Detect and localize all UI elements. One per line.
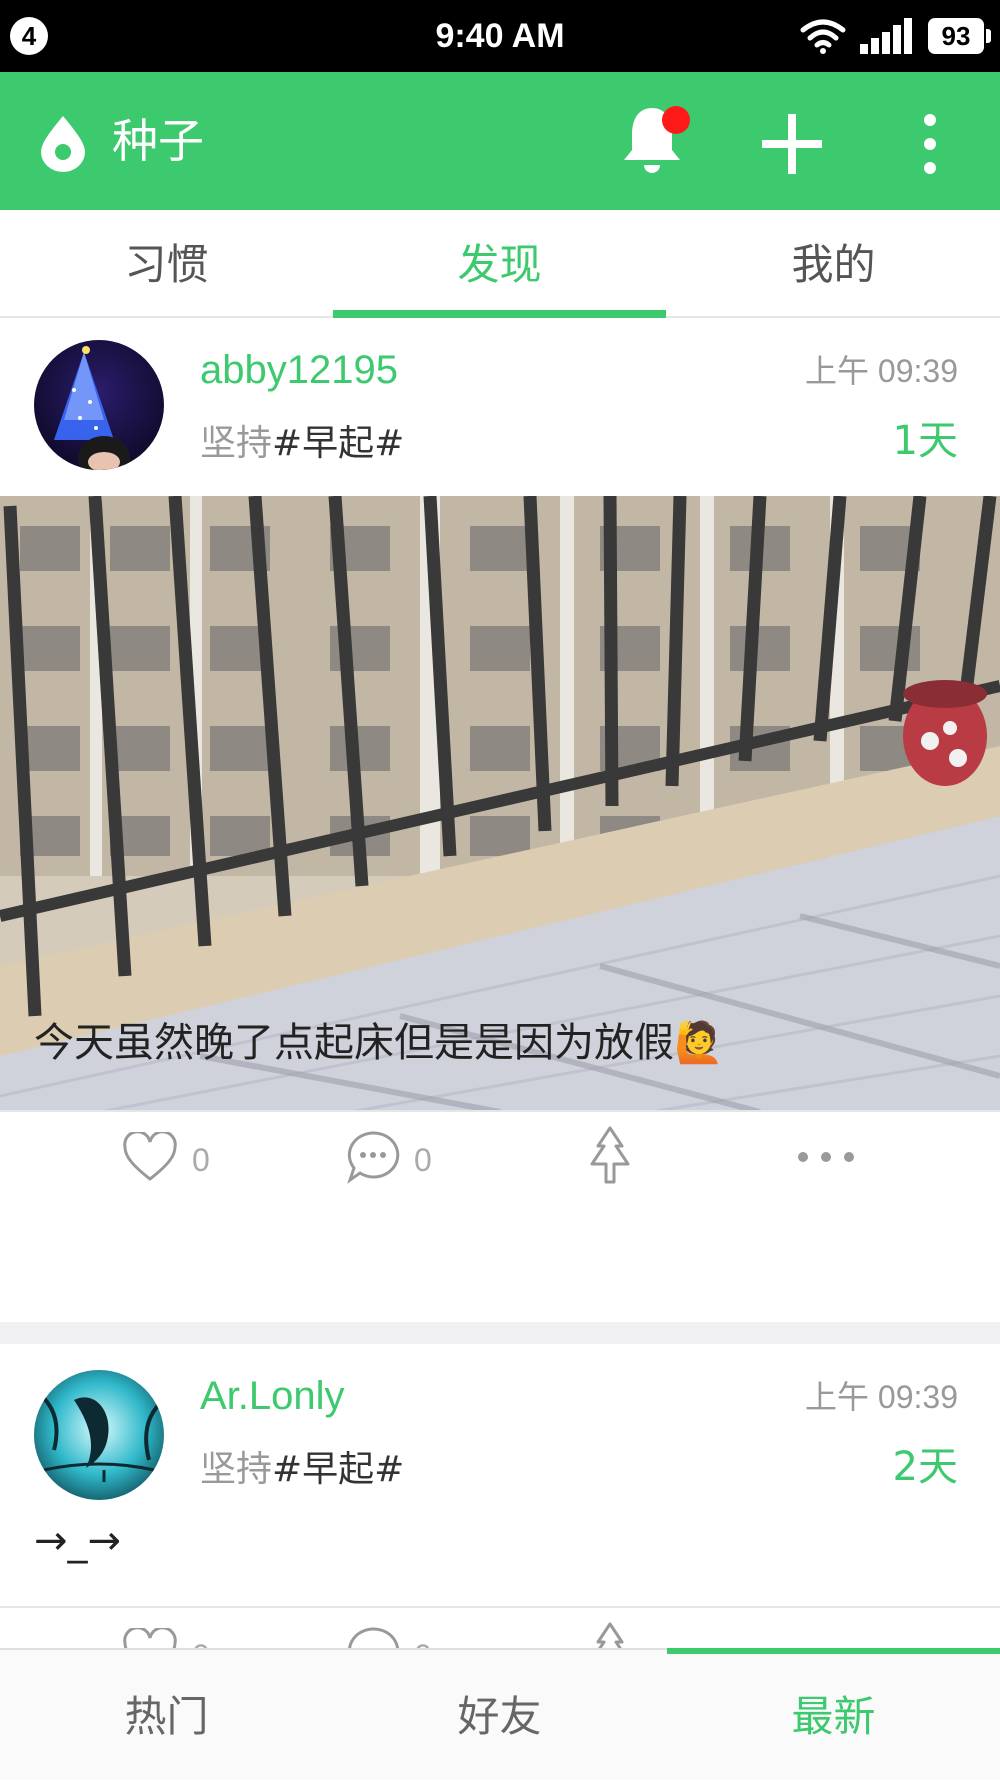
habit-tag: #早起# xyxy=(272,1449,405,1490)
status-bar: 4 9:40 AM 93 xyxy=(0,0,1000,72)
post-caption: 今天虽然晚了点起床但是是因为放假🙋 xyxy=(34,1010,724,1068)
signal-strength-icon xyxy=(860,18,912,54)
post-username[interactable]: Ar.Lonly xyxy=(200,1374,345,1419)
habit-tag: #早起# xyxy=(272,423,405,464)
heart-icon[interactable] xyxy=(122,1628,178,1648)
tab-discover[interactable]: 发现 xyxy=(333,210,666,316)
app-title: 种子 xyxy=(112,114,204,168)
more-horizontal-icon[interactable] xyxy=(796,1150,856,1164)
plus-icon[interactable] xyxy=(760,112,824,176)
comment-count: 0 xyxy=(414,1638,432,1648)
app-bar: 种子 xyxy=(0,72,1000,210)
streak-days: 1天 xyxy=(892,418,958,464)
bottom-tab-latest[interactable]: 最新 xyxy=(667,1650,1000,1780)
top-tab-bar: 习惯 发现 我的 xyxy=(0,210,1000,318)
habit-prefix: 坚持 xyxy=(200,1449,273,1490)
battery-icon: 93 xyxy=(928,18,991,54)
post-actions: 0 0 xyxy=(0,1112,1000,1212)
post-actions: 0 0 xyxy=(0,1608,1000,1648)
tree-icon[interactable] xyxy=(588,1622,632,1648)
post-username[interactable]: abby12195 xyxy=(200,348,398,393)
streak-days: 2天 xyxy=(892,1444,958,1490)
bottom-tab-hot[interactable]: 热门 xyxy=(0,1650,333,1780)
notification-dot xyxy=(662,106,690,134)
drop-logo-icon xyxy=(41,116,85,172)
tab-habits[interactable]: 习惯 xyxy=(0,210,333,316)
comment-icon[interactable] xyxy=(346,1626,400,1648)
feed-post: Ar.Lonly 上午 09:39 坚持#早起# 2天 →_→ 0 0 xyxy=(0,1344,1000,1648)
tab-mine[interactable]: 我的 xyxy=(667,210,1000,316)
post-caption: →_→ xyxy=(34,1518,122,1564)
post-time: 上午 09:39 xyxy=(805,353,958,389)
feed-post: abby12195 上午 09:39 坚持#早起# 1天 今天虽然晚了点起床但是… xyxy=(0,318,1000,1322)
comment-icon[interactable] xyxy=(346,1130,400,1184)
avatar[interactable] xyxy=(34,340,164,470)
caption-text: 今天虽然晚了点起床但是是因为放假 xyxy=(34,1020,674,1066)
bottom-nav: 热门 好友 最新 xyxy=(0,1648,1000,1780)
comment-count: 0 xyxy=(414,1142,432,1178)
post-habit[interactable]: 坚持#早起# xyxy=(200,1440,404,1492)
post-habit[interactable]: 坚持#早起# xyxy=(200,414,404,466)
tree-icon[interactable] xyxy=(588,1126,632,1186)
status-time: 9:40 AM xyxy=(435,17,565,55)
post-time: 上午 09:39 xyxy=(805,1379,958,1415)
post-separator xyxy=(0,1322,1000,1344)
avatar[interactable] xyxy=(34,1370,164,1500)
raised-hand-emoji: 🙋 xyxy=(674,1020,724,1066)
like-count: 0 xyxy=(192,1142,210,1178)
like-count: 0 xyxy=(192,1638,210,1648)
habit-prefix: 坚持 xyxy=(200,423,273,464)
heart-icon[interactable] xyxy=(122,1132,178,1182)
active-tab-indicator xyxy=(333,310,666,318)
more-vertical-icon[interactable] xyxy=(918,112,942,176)
bottom-tab-friends[interactable]: 好友 xyxy=(333,1650,666,1780)
wifi-icon xyxy=(800,19,846,54)
